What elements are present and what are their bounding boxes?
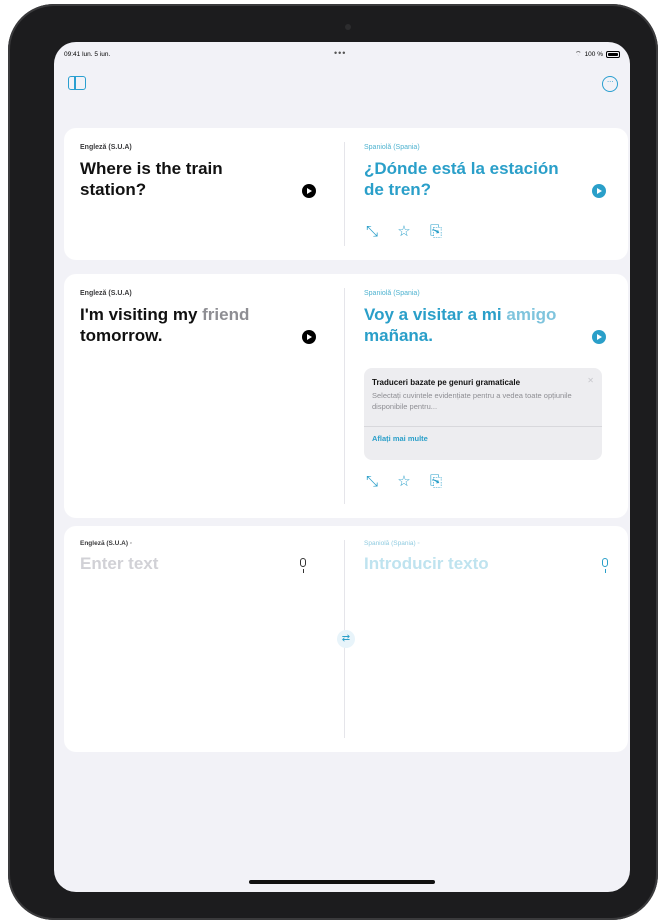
status-bar: 09:41 lun. 5 iun. ••• ⌔ 100 % (54, 42, 630, 64)
target-text-input[interactable] (364, 554, 564, 574)
swap-languages-icon[interactable]: ⇄ (337, 630, 355, 648)
target-text[interactable]: Voy a visitar a mi amigo mañana. (364, 304, 564, 346)
info-title: Traduceri bazate pe genuri gramaticale (372, 378, 521, 387)
play-target-icon[interactable] (592, 184, 606, 198)
play-target-icon[interactable] (592, 330, 606, 344)
target-text[interactable]: ¿Dónde está la estación de tren? (364, 158, 564, 200)
gendered-word[interactable]: amigo (506, 305, 556, 324)
target-text-part: Voy a visitar a mi (364, 305, 507, 324)
source-text[interactable]: I'm visiting my friend tomorrow. (80, 304, 280, 346)
play-source-icon[interactable] (302, 330, 316, 344)
copy-icon[interactable]: ⎘ (428, 474, 444, 490)
ipad-frame: 09:41 lun. 5 iun. ••• ⌔ 100 % ··· Englez… (8, 4, 658, 920)
source-language-label: Engleză (S.U.A) (80, 290, 132, 297)
camera (345, 24, 351, 30)
copy-icon[interactable]: ⎘ (428, 224, 444, 240)
source-text-part: I'm visiting my (80, 305, 203, 324)
sidebar-toggle-icon[interactable] (68, 76, 86, 90)
expand-icon[interactable]: ⤡ (364, 474, 380, 490)
translation-card[interactable]: Engleză (S.U.A) Where is the train stati… (64, 128, 628, 260)
microphone-icon[interactable] (600, 558, 610, 574)
multitasking-dots-icon[interactable]: ••• (334, 48, 346, 58)
info-body: Selectați cuvintele evidențiate pentru a… (372, 391, 572, 411)
source-language-label: Engleză (S.U.A) (80, 144, 132, 151)
info-divider (364, 426, 602, 427)
target-language-label: Spaniolă (Spania) (364, 290, 420, 297)
target-actions: ⤡ ☆ ⎘ (364, 224, 444, 240)
more-options-icon[interactable]: ··· (602, 76, 618, 92)
screen: 09:41 lun. 5 iun. ••• ⌔ 100 % ··· Englez… (54, 42, 630, 892)
target-language-label: Spaniolă (Spania) (364, 144, 420, 151)
status-right: ⌔ 100 % (575, 50, 620, 59)
target-text-part: mañana. (364, 326, 433, 345)
learn-more-link[interactable]: Aflați mai multe (372, 434, 428, 443)
source-text-input[interactable] (80, 554, 280, 574)
input-card: Engleză (S.U.A) ◦ ⇄ Spaniolă (Spania) ◦ (64, 526, 628, 752)
target-language-picker[interactable]: Spaniolă (Spania) ◦ (364, 540, 420, 547)
expand-icon[interactable]: ⤡ (364, 224, 380, 240)
status-time: 09:41 lun. 5 iun. (64, 51, 111, 58)
play-source-icon[interactable] (302, 184, 316, 198)
battery-icon (606, 51, 620, 58)
star-icon[interactable]: ☆ (396, 474, 412, 490)
gendered-word[interactable]: friend (202, 305, 249, 324)
card-divider (344, 288, 345, 504)
close-icon[interactable]: ✕ (587, 376, 594, 385)
battery-percent: 100 % (584, 51, 603, 58)
source-text[interactable]: Where is the train station? (80, 158, 270, 200)
wifi-icon: ⌔ (574, 51, 582, 58)
card-divider (344, 142, 345, 246)
target-actions: ⤡ ☆ ⎘ (364, 474, 444, 490)
star-icon[interactable]: ☆ (396, 224, 412, 240)
gender-info-box: Traduceri bazate pe genuri gramaticale ✕… (364, 368, 602, 460)
home-indicator[interactable] (249, 880, 435, 884)
source-language-picker[interactable]: Engleză (S.U.A) ◦ (80, 540, 132, 547)
microphone-icon[interactable] (298, 558, 308, 574)
source-text-part: tomorrow. (80, 326, 163, 345)
